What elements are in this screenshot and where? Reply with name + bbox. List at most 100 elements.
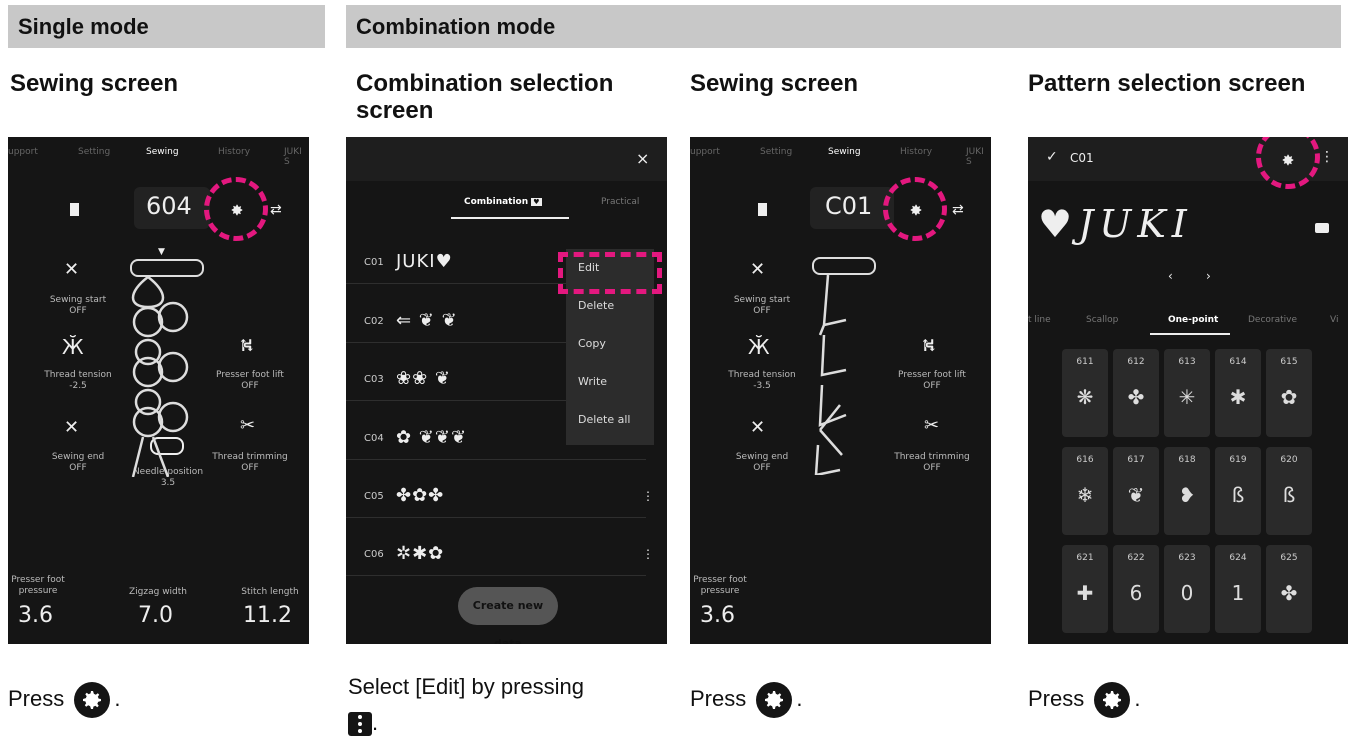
stitch-length-value[interactable]: 11.2 xyxy=(243,603,292,628)
backspace-icon[interactable] xyxy=(1315,223,1329,233)
highlight-ring xyxy=(204,177,268,241)
pattern-cell[interactable]: 618 ❥ xyxy=(1164,447,1210,535)
scissors-icon[interactable]: ✂ xyxy=(240,415,255,436)
pattern-glyph: 6 xyxy=(1129,581,1143,605)
combination-selection-screen: × Combination ♥ Practical C01 JUKI♥ C02 … xyxy=(346,137,667,644)
row-pattern: JUKI♥ xyxy=(396,251,453,272)
row-pattern: ❀❀ ❦ xyxy=(396,368,451,389)
caption-text: Press xyxy=(1028,685,1085,711)
needle-start-icon[interactable]: ✕ xyxy=(750,259,765,280)
kebab-menu-icon[interactable]: ⋮ xyxy=(642,489,654,503)
kebab-icon xyxy=(348,712,372,737)
tab-scallop[interactable]: Scallop xyxy=(1086,315,1118,325)
caption-1: Press . xyxy=(8,682,121,718)
pattern-cell[interactable]: 619 ß xyxy=(1215,447,1261,535)
thread-tension-label: Thread tension -2.5 xyxy=(44,370,112,391)
sewing-screen-single: upport Setting Sewing History JUKI S 604… xyxy=(8,137,309,644)
menu-item-write[interactable]: Write xyxy=(566,363,654,401)
needle-start-icon[interactable]: ✕ xyxy=(64,259,79,280)
row-pattern: ✿ ❦❦❦ xyxy=(396,427,468,448)
tab-vi[interactable]: Vi xyxy=(1330,315,1338,325)
tab-juki[interactable]: JUKI S xyxy=(284,147,309,167)
caption-3: Press . xyxy=(690,682,803,718)
pattern-cell[interactable]: 621 ✚ xyxy=(1062,545,1108,633)
caption-text: Press xyxy=(690,685,747,711)
tab-combination[interactable]: Combination ♥ xyxy=(464,197,542,207)
list-item[interactable]: C06 ✲✱✿ ⋮ xyxy=(346,537,654,576)
pattern-cell[interactable]: 615 ✿ xyxy=(1266,349,1312,437)
scissors-icon[interactable]: ✂ xyxy=(924,415,939,436)
sewing-end-label: Sewing end OFF xyxy=(735,452,789,473)
pressure-value[interactable]: 3.6 xyxy=(18,603,53,628)
tab-decorative[interactable]: Decorative xyxy=(1248,315,1297,325)
pattern-cell[interactable]: 625 ✤ xyxy=(1266,545,1312,633)
check-icon[interactable]: ✓ xyxy=(1046,149,1058,165)
row-code: C05 xyxy=(364,491,384,502)
list-item[interactable]: C05 ✤✿✤ ⋮ xyxy=(346,479,654,518)
tab-sewing[interactable]: Sewing xyxy=(146,147,179,157)
subtitle-1: Sewing screen xyxy=(10,70,179,97)
pattern-cell[interactable]: 622 6 xyxy=(1113,545,1159,633)
close-icon[interactable]: × xyxy=(636,149,649,168)
pattern-cell[interactable]: 616 ❄ xyxy=(1062,447,1108,535)
tab-straight-line[interactable]: t line xyxy=(1028,315,1051,325)
tab-active-underline xyxy=(451,217,569,219)
gear-icon xyxy=(756,682,793,718)
stitch-preview: ▼ xyxy=(128,247,204,477)
kebab-menu-icon[interactable]: ⋮ xyxy=(642,547,654,561)
prev-arrow-icon[interactable]: ‹ xyxy=(1168,269,1173,283)
pattern-cell[interactable]: 611 ❋ xyxy=(1062,349,1108,437)
gear-icon xyxy=(1094,682,1131,718)
caption-4: Press . xyxy=(1028,682,1141,718)
presser-lift-icon[interactable]: ⛕ xyxy=(240,335,253,359)
tab-setting[interactable]: Setting xyxy=(760,147,792,157)
bobbin-icon[interactable] xyxy=(758,203,767,216)
pattern-number: 622 xyxy=(1127,553,1145,563)
tab-history[interactable]: History xyxy=(900,147,932,157)
thread-tension-label: Thread tension -3.5 xyxy=(728,370,796,391)
tab-setting[interactable]: Setting xyxy=(78,147,110,157)
tab-sewing[interactable]: Sewing xyxy=(828,147,861,157)
tab-one-point[interactable]: One-point xyxy=(1168,315,1218,325)
zigzag-value[interactable]: 7.0 xyxy=(138,603,173,628)
row-code: C01 xyxy=(364,257,384,268)
presser-lift-label: Presser foot lift OFF xyxy=(898,370,966,391)
menu-item-copy[interactable]: Copy xyxy=(566,325,654,363)
pattern-glyph: ß xyxy=(1282,483,1296,507)
pressure-value[interactable]: 3.6 xyxy=(700,603,735,628)
switch-icon[interactable]: ⇄ xyxy=(952,202,964,218)
switch-icon[interactable]: ⇄ xyxy=(270,202,282,218)
pattern-cell[interactable]: 617 ❦ xyxy=(1113,447,1159,535)
tab-support[interactable]: upport xyxy=(8,147,38,157)
tab-practical[interactable]: Practical xyxy=(601,197,639,207)
tab-history[interactable]: History xyxy=(218,147,250,157)
tab-juki[interactable]: JUKI S xyxy=(966,147,991,167)
tab-support[interactable]: upport xyxy=(690,147,720,157)
kebab-menu-icon[interactable]: ⋮ xyxy=(1320,149,1334,165)
pattern-cell[interactable]: 624 1 xyxy=(1215,545,1261,633)
pattern-cell[interactable]: 623 0 xyxy=(1164,545,1210,633)
caption-2: Select [Edit] by pressing . xyxy=(348,672,658,738)
row-code: C03 xyxy=(364,374,384,385)
caption-period: . xyxy=(114,685,121,711)
needle-end-icon[interactable]: ✕ xyxy=(64,417,79,438)
caption-text: Select [Edit] by pressing xyxy=(348,674,585,699)
thread-tension-icon[interactable]: Ӂ xyxy=(748,335,770,359)
presser-lift-icon[interactable]: ⛕ xyxy=(922,335,935,359)
next-arrow-icon[interactable]: › xyxy=(1206,269,1211,283)
pattern-cell[interactable]: 613 ✳ xyxy=(1164,349,1210,437)
thread-tension-icon[interactable]: Ӂ xyxy=(62,335,84,359)
bobbin-icon[interactable] xyxy=(70,203,79,216)
pattern-glyph: ❥ xyxy=(1178,483,1196,507)
subtitle-4: Pattern selection screen xyxy=(1028,70,1306,97)
pattern-cell[interactable]: 612 ✤ xyxy=(1113,349,1159,437)
create-new-data-button[interactable]: Create new data xyxy=(458,587,558,644)
pattern-number: 619 xyxy=(1229,455,1247,465)
pattern-glyph: ✤ xyxy=(1280,581,1298,605)
menu-item-delete-all[interactable]: Delete all xyxy=(566,401,654,439)
pattern-cell[interactable]: 614 ✱ xyxy=(1215,349,1261,437)
needle-end-icon[interactable]: ✕ xyxy=(750,417,765,438)
caption-period: . xyxy=(1134,685,1141,711)
pattern-glyph: ✿ xyxy=(1280,385,1298,409)
pattern-cell[interactable]: 620 ß xyxy=(1266,447,1312,535)
